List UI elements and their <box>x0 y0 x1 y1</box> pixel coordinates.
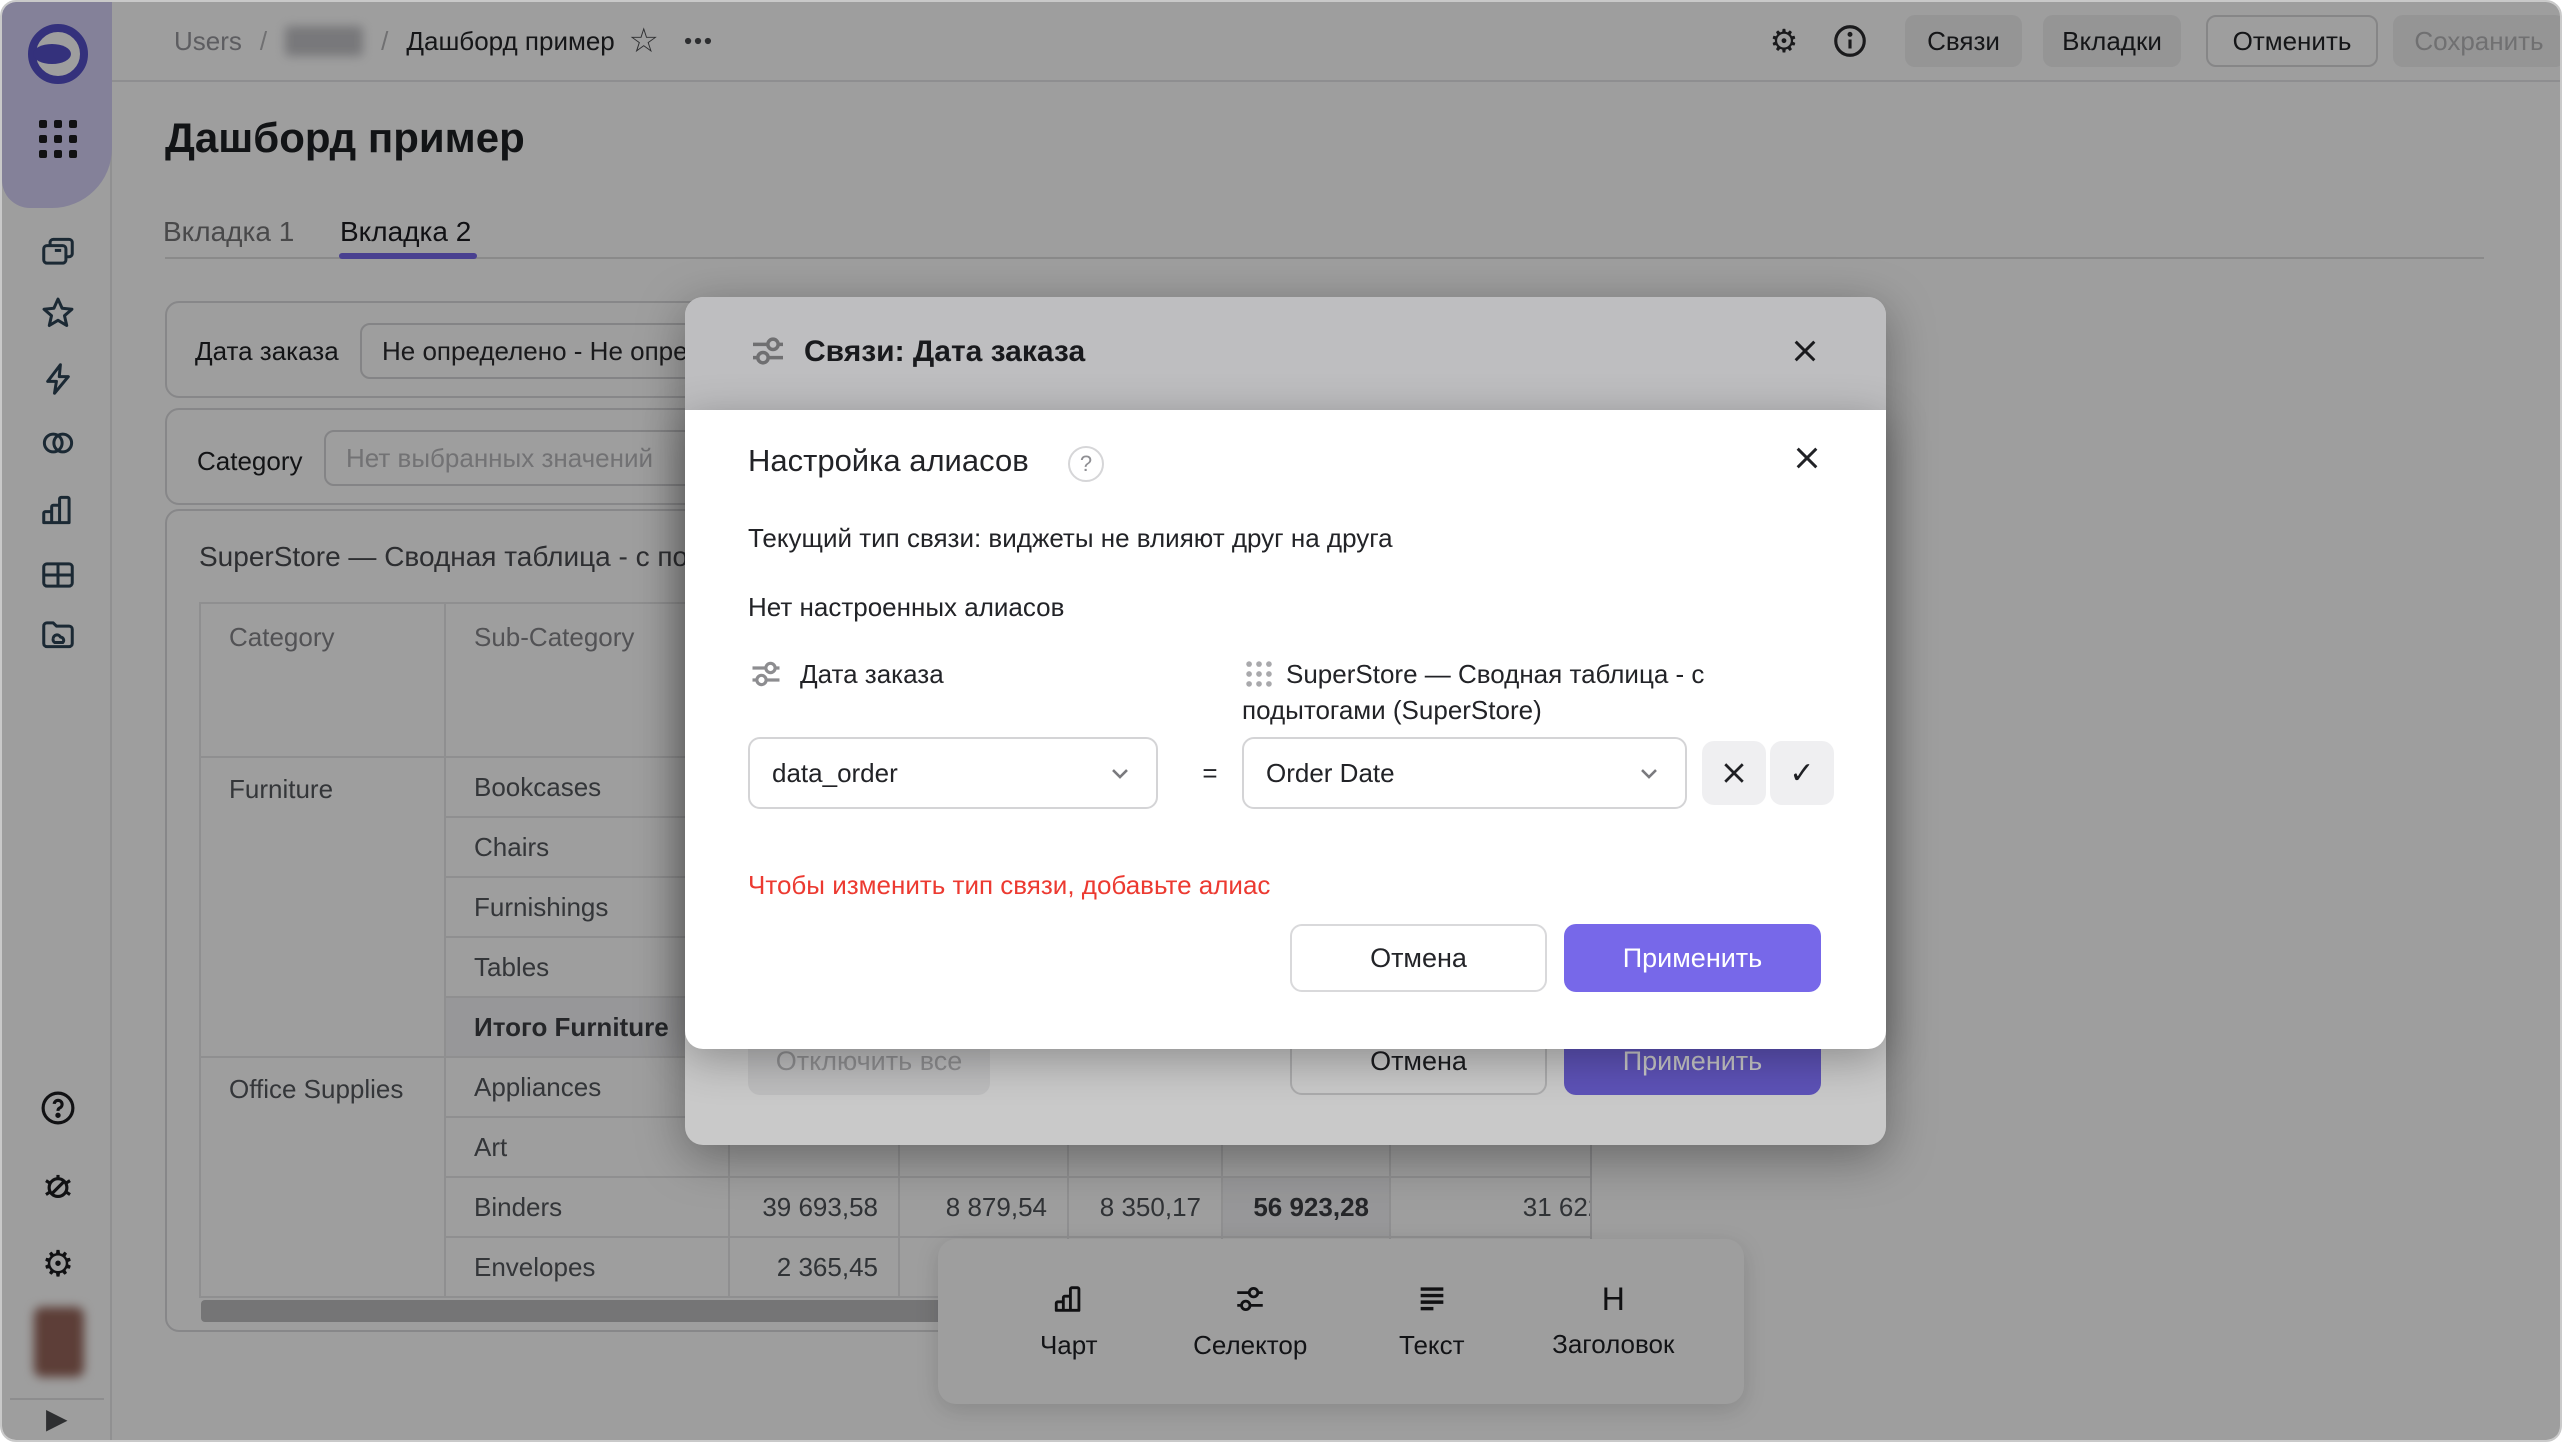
right-widget-name: SuperStore — Сводная таблица - с подытог… <box>1242 659 1704 725</box>
chevron-down-icon <box>1635 759 1663 787</box>
help-question-icon[interactable]: ? <box>1068 446 1104 482</box>
alias-warning-text: Чтобы изменить тип связи, добавьте алиас <box>748 870 1270 901</box>
close-icon <box>1719 758 1749 788</box>
chevron-down-icon <box>1106 759 1134 787</box>
right-widget-header: SuperStore — Сводная таблица - с подытог… <box>1242 656 1712 728</box>
close-icon[interactable] <box>1787 438 1827 478</box>
no-aliases-text: Нет настроенных алиасов <box>748 592 1064 623</box>
alias-apply-button[interactable]: Применить <box>1564 924 1821 992</box>
left-field-select[interactable]: data_order <box>748 737 1158 809</box>
right-field-value: Order Date <box>1266 758 1395 789</box>
left-widget-header: Дата заказа <box>748 656 944 692</box>
right-field-select[interactable]: Order Date <box>1242 737 1687 809</box>
check-icon: ✓ <box>1789 756 1814 791</box>
left-field-value: data_order <box>772 758 898 789</box>
confirm-alias-button[interactable]: ✓ <box>1770 741 1834 805</box>
alias-cancel-button[interactable]: Отмена <box>1290 924 1547 992</box>
alias-dialog-title: Настройка алиасов <box>748 443 1029 479</box>
left-widget-name: Дата заказа <box>800 659 944 690</box>
alias-settings-dialog: Настройка алиасов ? Текущий тип связи: в… <box>685 410 1886 1049</box>
equals-sign: = <box>1188 737 1232 809</box>
current-link-type-text: Текущий тип связи: виджеты не влияют дру… <box>748 523 1393 554</box>
selector-sliders-icon <box>748 656 784 692</box>
app-window: Users / / Дашборд пример ☆ ⚙ Связи Вклад… <box>0 0 2562 1442</box>
remove-alias-button[interactable] <box>1702 741 1766 805</box>
dataset-grid-icon <box>1242 657 1276 691</box>
